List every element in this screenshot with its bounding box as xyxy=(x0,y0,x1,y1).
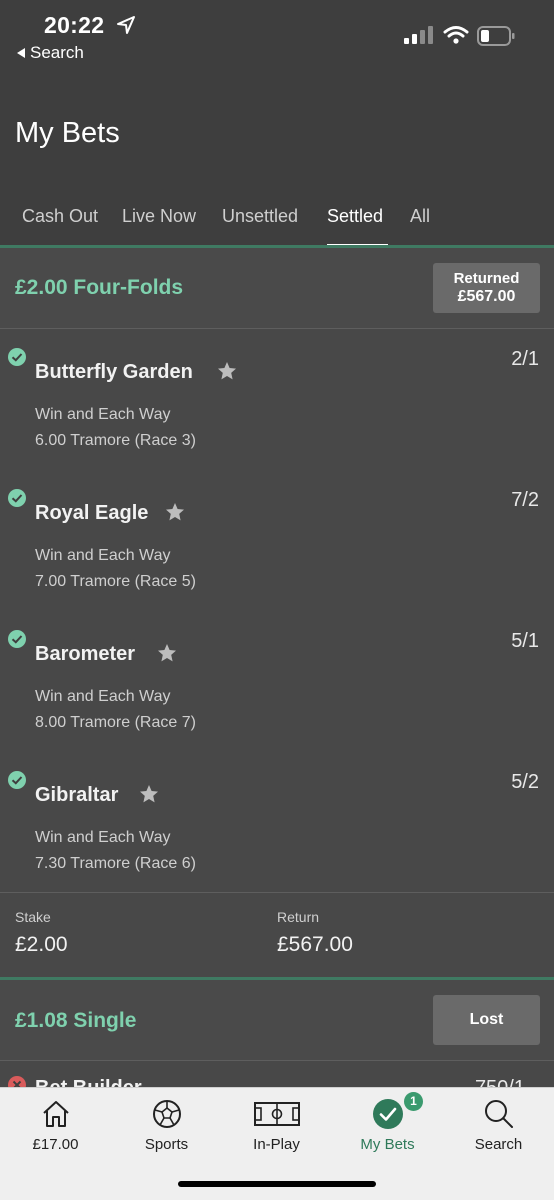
selection-odds: 5/1 xyxy=(511,630,539,652)
pitch-icon xyxy=(253,1102,300,1126)
back-to-search-link[interactable]: Search xyxy=(17,43,84,63)
divider xyxy=(0,328,554,329)
nav-label: In-Play xyxy=(253,1136,300,1153)
bet-title: £1.08 Single xyxy=(15,1009,137,1032)
cellular-signal-icon xyxy=(404,26,433,44)
location-arrow-icon xyxy=(117,16,135,34)
bet-filter-tabs: Cash Out Live Now Unsettled Settled All xyxy=(0,200,554,247)
home-indicator[interactable] xyxy=(178,1181,376,1187)
status-time: 20:22 xyxy=(44,12,105,38)
nav-label: My Bets xyxy=(360,1136,415,1153)
returned-amount: £567.00 xyxy=(457,288,516,305)
check-circle-icon xyxy=(372,1099,403,1129)
nav-label: Search xyxy=(474,1136,523,1153)
bet-totals: Stake £2.00 Return £567.00 xyxy=(0,893,554,977)
selection-market: Win and Each Way xyxy=(35,829,171,846)
selection-name: Butterfly Garden xyxy=(35,361,193,383)
tab-cash-out[interactable]: Cash Out xyxy=(22,206,98,227)
won-check-icon xyxy=(8,348,26,366)
nav-label: £17.00 xyxy=(32,1136,79,1153)
page-title: My Bets xyxy=(15,117,120,149)
selection-item: Butterfly Garden 2/1 Win and Each Way 6.… xyxy=(0,348,554,489)
selection-odds: 7/2 xyxy=(511,489,539,511)
my-bets-count-badge: 1 xyxy=(404,1092,423,1111)
selection-odds: 2/1 xyxy=(511,348,539,370)
return-value: £567.00 xyxy=(277,933,353,956)
won-check-icon xyxy=(8,630,26,648)
nav-in-play[interactable]: In-Play xyxy=(221,1088,332,1168)
selection-item: Royal Eagle 7/2 Win and Each Way 7.00 Tr… xyxy=(0,489,554,630)
returned-badge[interactable]: Returned £567.00 xyxy=(433,263,540,313)
nav-home[interactable]: £17.00 xyxy=(0,1088,111,1168)
selection-event: 7.00 Tramore (Race 5) xyxy=(35,573,196,590)
nav-my-bets[interactable]: My Bets xyxy=(332,1088,443,1168)
nav-label: Sports xyxy=(144,1136,189,1153)
favourite-star-icon[interactable] xyxy=(217,361,237,381)
bet-card-header[interactable]: £1.08 Single Lost xyxy=(0,980,554,1060)
tab-live-now[interactable]: Live Now xyxy=(122,206,196,227)
app-header: 20:22 Search My Bets Cash Out Live Now U… xyxy=(0,0,554,247)
tab-unsettled[interactable]: Unsettled xyxy=(222,206,298,227)
selection-item: Barometer 5/1 Win and Each Way 8.00 Tram… xyxy=(0,630,554,771)
nav-search[interactable]: Search xyxy=(443,1088,554,1168)
football-icon xyxy=(152,1100,181,1128)
selection-event: 6.00 Tramore (Race 3) xyxy=(35,432,196,449)
tab-all[interactable]: All xyxy=(410,206,430,227)
selection-market: Win and Each Way xyxy=(35,406,171,423)
selection-event: 7.30 Tramore (Race 6) xyxy=(35,855,196,872)
bet-title: £2.00 Four-Folds xyxy=(15,276,184,299)
wifi-icon xyxy=(443,26,469,44)
tab-settled[interactable]: Settled xyxy=(327,206,383,227)
selection-name: Barometer xyxy=(35,643,136,665)
selection-event: 8.00 Tramore (Race 7) xyxy=(35,714,196,731)
favourite-star-icon[interactable] xyxy=(157,643,177,663)
selection-market: Win and Each Way xyxy=(35,688,171,705)
back-label: Search xyxy=(30,43,84,62)
returned-label: Returned xyxy=(453,270,520,287)
stake-label: Stake xyxy=(15,909,51,925)
won-check-icon xyxy=(8,489,26,507)
bet-card-header[interactable]: £2.00 Four-Folds Returned £567.00 xyxy=(0,248,554,328)
won-check-icon xyxy=(8,771,26,789)
battery-icon xyxy=(477,26,515,46)
favourite-star-icon[interactable] xyxy=(165,502,185,522)
nav-sports[interactable]: Sports xyxy=(111,1088,222,1168)
selection-odds: 5/2 xyxy=(511,771,539,793)
search-icon xyxy=(484,1100,513,1128)
back-triangle-icon xyxy=(17,48,25,58)
selection-market: Win and Each Way xyxy=(35,547,171,564)
selection-name: Royal Eagle xyxy=(35,502,149,524)
selection-name: Gibraltar xyxy=(35,784,119,806)
lost-badge[interactable]: Lost xyxy=(433,995,540,1045)
favourite-star-icon[interactable] xyxy=(139,784,159,804)
return-label: Return xyxy=(277,909,320,925)
selection-item: Gibraltar 5/2 Win and Each Way 7.30 Tram… xyxy=(0,771,554,912)
lost-label: Lost xyxy=(469,1011,504,1028)
divider xyxy=(0,1060,554,1061)
stake-value: £2.00 xyxy=(15,933,68,956)
home-icon xyxy=(42,1101,69,1127)
